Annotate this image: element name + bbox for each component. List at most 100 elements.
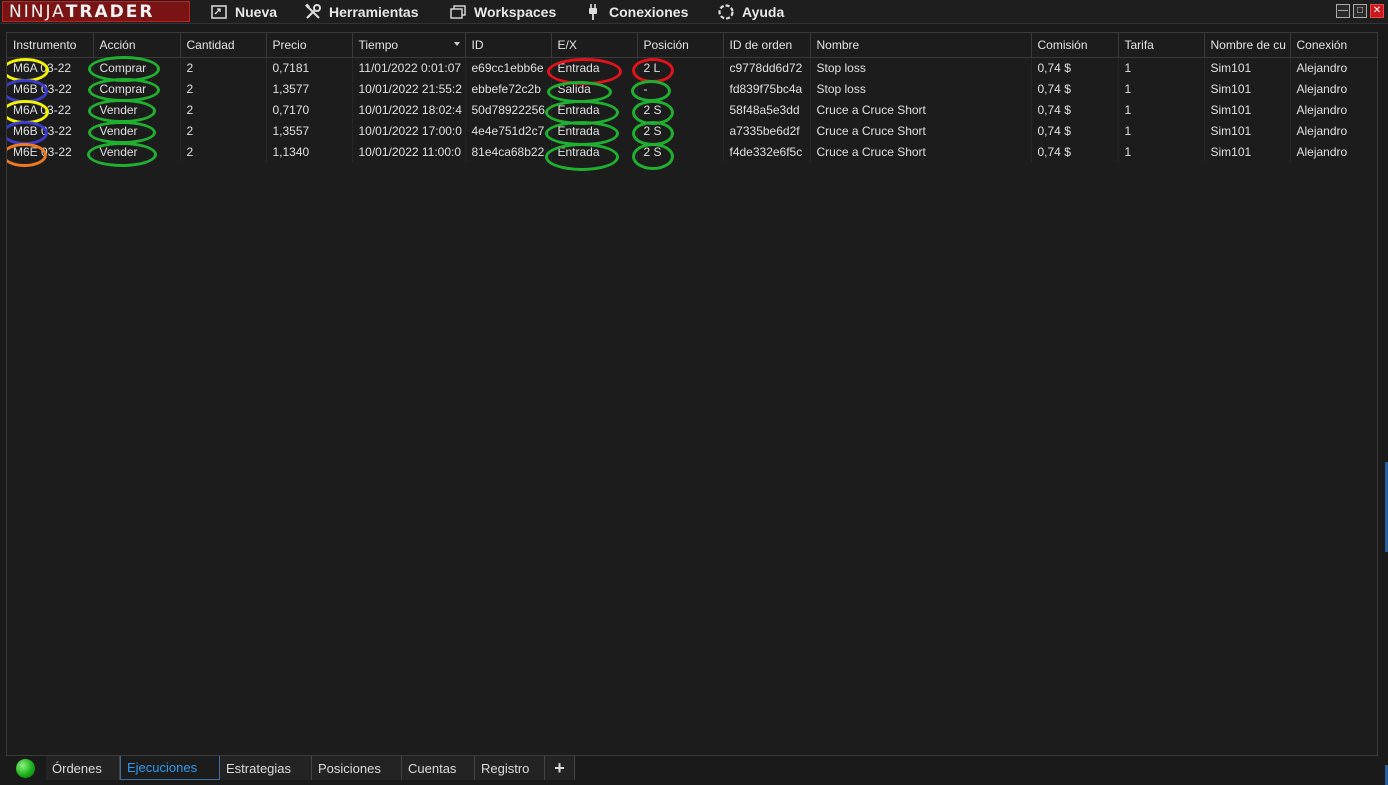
cell-id: ebbefe72c2b — [465, 78, 552, 99]
cell-comision: 0,74 $ — [1031, 141, 1119, 162]
help-icon — [717, 3, 735, 21]
cell-cuenta: Sim101 — [1204, 57, 1291, 78]
add-tab-button[interactable]: + — [545, 756, 575, 780]
cell-posicion: 2 S — [637, 99, 724, 120]
cell-ex: Entrada — [551, 120, 638, 141]
cell-cantidad: 2 — [180, 57, 267, 78]
menu-workspaces[interactable]: Workspaces — [449, 0, 556, 24]
table-row[interactable]: M6E 03-22 Vender 2 1,1340 10/01/2022 11:… — [7, 141, 1377, 162]
cell-cuenta: Sim101 — [1204, 99, 1291, 120]
table-row[interactable]: M6A 03-22 Comprar 2 0,7181 11/01/2022 0:… — [7, 57, 1377, 78]
col-tiempo-label: Tiempo — [358, 37, 399, 52]
cell-nombre: Stop loss — [810, 57, 1032, 78]
col-comision[interactable]: Comisión — [1031, 33, 1119, 58]
plug-icon — [584, 3, 602, 21]
cell-posicion: - — [637, 78, 724, 99]
cell-id: 81e4ca68b22 — [465, 141, 552, 162]
tab-cuentas[interactable]: Cuentas — [402, 756, 475, 780]
col-id[interactable]: ID — [465, 33, 552, 58]
cell-tiempo: 10/01/2022 21:55:2 — [352, 78, 466, 99]
connection-status-icon — [16, 759, 35, 778]
menu-nueva-label: Nueva — [235, 4, 278, 20]
cell-nombre: Cruce a Cruce Short — [810, 141, 1032, 162]
cell-tiempo: 10/01/2022 18:02:4 — [352, 99, 466, 120]
menu-conexiones[interactable]: Conexiones — [584, 0, 688, 24]
cell-cuenta: Sim101 — [1204, 120, 1291, 141]
cell-precio: 1,3557 — [266, 120, 353, 141]
cell-comision: 0,74 $ — [1031, 57, 1119, 78]
cell-tarifa: 1 — [1118, 120, 1205, 141]
cell-nombre: Cruce a Cruce Short — [810, 120, 1032, 141]
logo-light-text: NINJA — [9, 1, 66, 22]
cell-cantidad: 2 — [180, 78, 267, 99]
cell-precio: 1,3577 — [266, 78, 353, 99]
table-row[interactable]: M6A 03-22 Vender 2 0,7170 10/01/2022 18:… — [7, 99, 1377, 120]
table-row[interactable]: M6B 03-22 Vender 2 1,3557 10/01/2022 17:… — [7, 120, 1377, 141]
col-nombre-cuenta[interactable]: Nombre de cu — [1204, 33, 1291, 58]
cell-conexion: Alejandro — [1290, 141, 1377, 162]
tab-posiciones[interactable]: Posiciones — [312, 756, 402, 780]
cell-posicion: 2 S — [637, 141, 724, 162]
col-precio[interactable]: Precio — [266, 33, 353, 58]
cell-tarifa: 1 — [1118, 57, 1205, 78]
col-cantidad[interactable]: Cantidad — [180, 33, 267, 58]
cell-ex: Entrada — [551, 57, 638, 78]
menu-ayuda-label: Ayuda — [742, 4, 785, 20]
col-nombre[interactable]: Nombre — [810, 33, 1032, 58]
tab-ordenes[interactable]: Órdenes — [46, 756, 120, 780]
new-window-icon — [210, 3, 228, 21]
cell-tarifa: 1 — [1118, 78, 1205, 99]
col-ex[interactable]: E/X — [551, 33, 638, 58]
cell-cantidad: 2 — [180, 141, 267, 162]
tab-registro[interactable]: Registro — [475, 756, 545, 780]
cell-comision: 0,74 $ — [1031, 78, 1119, 99]
cell-nombre: Cruce a Cruce Short — [810, 99, 1032, 120]
menu-herramientas-label: Herramientas — [329, 4, 419, 20]
tools-icon — [304, 3, 322, 21]
col-tarifa[interactable]: Tarifa — [1118, 33, 1205, 58]
cell-id-orden: a7335be6d2f — [723, 120, 811, 141]
maximize-button[interactable]: □ — [1353, 4, 1367, 18]
cell-id-orden: 58f48a5e3dd — [723, 99, 811, 120]
cell-accion: Vender — [93, 141, 181, 162]
tab-ejecuciones[interactable]: Ejecuciones — [120, 756, 220, 780]
cell-cuenta: Sim101 — [1204, 78, 1291, 99]
cell-precio: 1,1340 — [266, 141, 353, 162]
cell-instrumento: M6E 03-22 — [7, 141, 94, 162]
cell-cuenta: Sim101 — [1204, 141, 1291, 162]
cell-tiempo: 10/01/2022 11:00:0 — [352, 141, 466, 162]
cell-accion: Comprar — [93, 57, 181, 78]
col-instrumento[interactable]: Instrumento — [7, 33, 94, 58]
menu-workspaces-label: Workspaces — [474, 4, 557, 20]
cell-cantidad: 2 — [180, 120, 267, 141]
minimize-button[interactable]: — — [1336, 4, 1350, 18]
col-id-orden[interactable]: ID de orden — [723, 33, 811, 58]
cell-posicion: 2 L — [637, 57, 724, 78]
col-accion[interactable]: Acción — [93, 33, 181, 58]
cell-cantidad: 2 — [180, 99, 267, 120]
menu-herramientas[interactable]: Herramientas — [304, 0, 419, 24]
cell-id-orden: c9778dd6d72 — [723, 57, 811, 78]
cell-nombre: Stop loss — [810, 78, 1032, 99]
cell-id-orden: fd839f75bc4a — [723, 78, 811, 99]
cell-comision: 0,74 $ — [1031, 120, 1119, 141]
cell-conexion: Alejandro — [1290, 78, 1377, 99]
logo-bold-text: TRADER — [65, 1, 155, 22]
col-conexion[interactable]: Conexión — [1290, 33, 1377, 58]
tab-estrategias[interactable]: Estrategias — [220, 756, 312, 780]
cell-tarifa: 1 — [1118, 141, 1205, 162]
table-row[interactable]: M6B 03-22 Comprar 2 1,3577 10/01/2022 21… — [7, 78, 1377, 99]
cell-ex: Entrada — [551, 99, 638, 120]
col-posicion[interactable]: Posición — [637, 33, 724, 58]
cell-precio: 0,7181 — [266, 57, 353, 78]
menu-nueva[interactable]: Nueva — [210, 0, 277, 24]
cell-precio: 0,7170 — [266, 99, 353, 120]
cell-accion: Vender — [93, 120, 181, 141]
ninjatrader-logo: NINJA TRADER — [2, 1, 190, 22]
cell-instrumento: M6A 03-22 — [7, 57, 94, 78]
menu-ayuda[interactable]: Ayuda — [717, 0, 784, 24]
cell-conexion: Alejandro — [1290, 99, 1377, 120]
cell-ex: Salida — [551, 78, 638, 99]
close-button[interactable]: ✕ — [1370, 4, 1384, 18]
col-tiempo[interactable]: Tiempo — [352, 33, 466, 58]
